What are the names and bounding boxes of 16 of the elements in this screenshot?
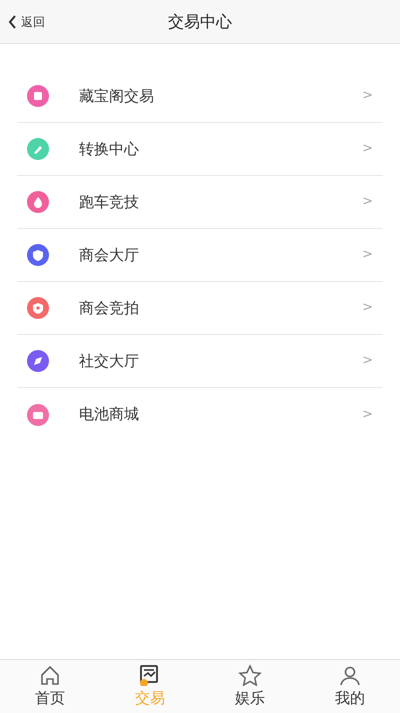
home-icon	[38, 664, 62, 686]
menu-item[interactable]: 转换中心 >	[17, 123, 383, 176]
back-icon	[8, 15, 17, 29]
tab[interactable]: 我的	[300, 660, 400, 713]
tab[interactable]: 首页	[0, 660, 100, 713]
tab[interactable]: 娱乐	[200, 660, 300, 713]
star-icon	[238, 664, 262, 686]
menu-item[interactable]: 藏宝阁交易 >	[17, 70, 383, 123]
menu-item[interactable]: 商会竞拍 >	[17, 282, 383, 335]
back-button[interactable]: 返回	[0, 0, 45, 44]
page-title: 交易中心	[168, 12, 232, 31]
menu-item[interactable]: 商会大厅 >	[17, 229, 383, 282]
menu-item[interactable]: 跑车竞技 >	[17, 176, 383, 229]
menu-item[interactable]: 社交大厅 >	[17, 335, 383, 388]
menu-item[interactable]: 电池商城 >	[17, 388, 383, 441]
person-icon	[338, 664, 362, 686]
